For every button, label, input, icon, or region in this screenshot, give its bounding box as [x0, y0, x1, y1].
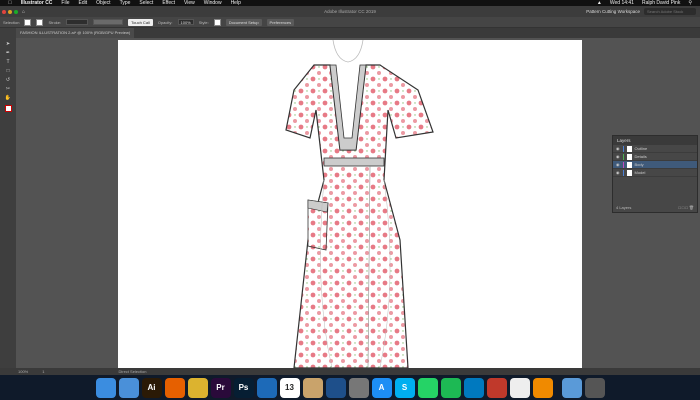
layers-panel: Layers ◉ Outline ◉ Details ◉ Body ◉ Model 4 …: [612, 135, 698, 213]
dock-premiere-icon[interactable]: Pr: [211, 378, 231, 398]
layer-name: Details: [635, 154, 647, 159]
dock-folder-icon[interactable]: [562, 378, 582, 398]
title-bar: ⌂ Adobe Illustrator CC 2019 Pattern Cutt…: [0, 6, 700, 17]
dress-illustration: [118, 40, 582, 368]
eye-icon[interactable]: ◉: [616, 146, 620, 151]
fill-swatch[interactable]: [24, 19, 31, 26]
style-swatch[interactable]: [214, 19, 221, 26]
rotate-tool-icon[interactable]: ↺: [5, 78, 12, 83]
selection-tool-icon[interactable]: ➤: [5, 42, 12, 47]
eye-icon[interactable]: ◉: [616, 162, 620, 167]
dock-chrome-icon[interactable]: [188, 378, 208, 398]
layer-count: 4 Layers: [616, 205, 631, 210]
layer-row-selected[interactable]: ◉ Body: [613, 161, 697, 169]
dock-safari-icon[interactable]: [326, 378, 346, 398]
opacity-input[interactable]: 100%: [178, 19, 194, 25]
opacity-label: Opacity:: [158, 20, 173, 25]
zoom-level[interactable]: 100%: [18, 369, 28, 374]
brush-select[interactable]: Touch Call: [128, 19, 153, 26]
layer-row[interactable]: ◉ Outline: [613, 145, 697, 153]
dock-firefox-icon[interactable]: [165, 378, 185, 398]
artboard[interactable]: [118, 40, 582, 368]
document-setup-button[interactable]: Document Setup: [226, 19, 262, 26]
dock-spotify-icon[interactable]: [441, 378, 461, 398]
dock-calendar-icon[interactable]: 13: [280, 378, 300, 398]
fill-stroke-icon[interactable]: [5, 105, 12, 112]
layer-row[interactable]: ◉ Model: [613, 169, 697, 177]
layers-title: Layers: [613, 136, 697, 145]
preferences-button[interactable]: Preferences: [267, 19, 295, 26]
layer-name: Model: [635, 170, 646, 175]
dock-trash-icon[interactable]: [585, 378, 605, 398]
layer-name: Body: [635, 162, 644, 167]
hand-tool-icon[interactable]: ✋: [5, 96, 12, 101]
stroke-swatch[interactable]: [36, 19, 43, 26]
selection-label: Selection: [3, 20, 19, 25]
scissors-tool-icon[interactable]: ✂: [5, 87, 12, 92]
dock-app-store-icon[interactable]: A: [372, 378, 392, 398]
document-tabs: FASHION ILLUSTRATION 2.ai* @ 100% (RGB/G…: [16, 28, 700, 38]
dock-photos-icon[interactable]: [510, 378, 530, 398]
dock-whatsapp-icon[interactable]: [418, 378, 438, 398]
dock-finder-icon[interactable]: [96, 378, 116, 398]
stock-search-input[interactable]: Search Adobe Stock: [644, 8, 696, 15]
dock: Ai PrPs 13 AS: [0, 375, 700, 400]
dock-trello-icon[interactable]: [464, 378, 484, 398]
stroke-weight-input[interactable]: [66, 19, 88, 25]
type-tool-icon[interactable]: T: [5, 60, 12, 65]
rectangle-tool-icon[interactable]: □: [5, 69, 12, 74]
tools-panel: ➤ ✒ T □ ↺ ✂ ✋: [0, 28, 16, 368]
layer-row[interactable]: ◉ Details: [613, 153, 697, 161]
dock-notes-icon[interactable]: [303, 378, 323, 398]
eye-icon[interactable]: ◉: [616, 154, 620, 159]
variable-width-select[interactable]: [93, 19, 123, 25]
dock-ccleaner-icon[interactable]: [487, 378, 507, 398]
canvas-area[interactable]: [16, 38, 700, 368]
dock-mail-icon[interactable]: [119, 378, 139, 398]
layer-name: Outline: [635, 146, 648, 151]
status-bar: 100% 1 Direct Selection: [0, 368, 700, 375]
dock-openoffice-icon[interactable]: [257, 378, 277, 398]
current-tool: Direct Selection: [118, 369, 146, 374]
document-tab[interactable]: FASHION ILLUSTRATION 2.ai* @ 100% (RGB/G…: [16, 28, 134, 38]
dock-photoshop-icon[interactable]: Ps: [234, 378, 254, 398]
stroke-label: Stroke:: [48, 20, 61, 25]
style-label: Style:: [199, 20, 209, 25]
eye-icon[interactable]: ◉: [616, 170, 620, 175]
dock-vlc-icon[interactable]: [533, 378, 553, 398]
control-bar: Selection Stroke: Touch Call Opacity: 10…: [0, 17, 700, 28]
dock-system-preferences-icon[interactable]: [349, 378, 369, 398]
pen-tool-icon[interactable]: ✒: [5, 51, 12, 56]
artboard-number[interactable]: 1: [42, 369, 44, 374]
dock-skype-icon[interactable]: S: [395, 378, 415, 398]
workspace-switcher[interactable]: Pattern Cutting Workspace: [586, 9, 640, 14]
dock-illustrator-icon[interactable]: Ai: [142, 378, 162, 398]
layer-actions[interactable]: □ □ □ 🗑: [678, 205, 694, 210]
